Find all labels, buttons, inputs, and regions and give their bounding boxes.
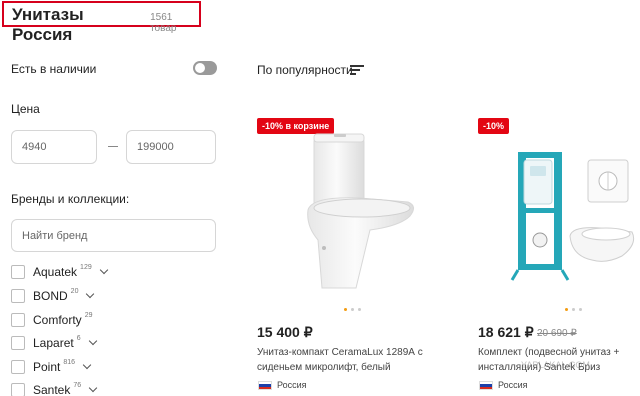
- brand-checkbox[interactable]: [11, 265, 25, 279]
- brand-count: 20: [70, 287, 79, 295]
- brand-count: 76: [73, 381, 82, 389]
- brand-filter-point[interactable]: Point 816: [11, 358, 92, 375]
- product-name-line: сиденьем микролифт, белый: [257, 362, 391, 373]
- brand-count: 816: [63, 358, 76, 366]
- brand-count: 129: [80, 263, 92, 271]
- product-country: Россия: [498, 380, 528, 390]
- brand-checkbox[interactable]: [11, 289, 25, 303]
- chevron-down-icon[interactable]: [88, 336, 97, 346]
- brands-label: Бренды и коллекции:: [11, 192, 130, 206]
- brand-name: Aquatek: [33, 265, 78, 279]
- brand-filter-bond[interactable]: BOND 20: [11, 287, 95, 304]
- chevron-down-icon[interactable]: [88, 383, 98, 393]
- chevron-down-icon[interactable]: [86, 289, 95, 299]
- chevron-down-icon[interactable]: [82, 360, 92, 370]
- sort-icon[interactable]: [350, 65, 364, 75]
- brand-name: Santek: [33, 383, 71, 396]
- russia-flag-icon: [258, 381, 272, 390]
- brand-checkbox[interactable]: [11, 336, 25, 350]
- brand-checkbox[interactable]: [11, 383, 25, 396]
- price-max-input[interactable]: 199000: [126, 130, 216, 164]
- toggle-knob: [195, 63, 205, 73]
- russia-flag-icon: [479, 381, 493, 390]
- brand-filter-comforty[interactable]: Comforty 29: [11, 312, 92, 328]
- brand-count: 6: [76, 334, 81, 342]
- image-pager-dots: [565, 308, 582, 311]
- toilet-image[interactable]: [300, 130, 420, 302]
- product-name-line: Комплект (подвесной унитаз +: [478, 347, 620, 358]
- product-count: 1561 товар: [150, 12, 177, 34]
- sort-dropdown[interactable]: По популярности: [257, 63, 353, 77]
- brand-name: Comforty: [33, 313, 82, 327]
- brand-filter-santek[interactable]: Santek 76: [11, 381, 98, 396]
- brand-checkbox[interactable]: [11, 313, 25, 327]
- page-title: Унитазы Россия: [12, 5, 84, 44]
- brand-name: BOND: [33, 289, 68, 303]
- brand-filter-laparet[interactable]: Laparet 6: [11, 334, 97, 351]
- product-name-line: Унитаз-компакт CeramaLux 1289А с: [257, 347, 423, 358]
- brand-search-input[interactable]: Найти бренд: [11, 219, 216, 252]
- watermark: YAPLAKAL.COM: [521, 360, 590, 370]
- product-price: 18 621 ₽: [478, 324, 534, 340]
- brand-count: 29: [84, 311, 93, 319]
- chevron-down-icon[interactable]: [99, 265, 108, 275]
- in-stock-label: Есть в наличии: [11, 62, 97, 76]
- brand-name: Point: [33, 360, 61, 374]
- brand-checkbox[interactable]: [11, 360, 25, 374]
- price-range-dash: [108, 146, 118, 147]
- product-price: 15 400 ₽: [257, 324, 313, 340]
- in-stock-toggle[interactable]: [193, 61, 217, 75]
- price-min-input[interactable]: 4940: [11, 130, 97, 164]
- image-pager-dots: [344, 308, 361, 311]
- product-name[interactable]: Унитаз-компакт CeramaLux 1289А с сиденье…: [257, 345, 457, 375]
- brand-name: Laparet: [33, 336, 74, 350]
- price-label: Цена: [11, 102, 40, 116]
- discount-badge: -10%: [478, 118, 510, 134]
- product-old-price: 20 690 ₽: [537, 328, 577, 339]
- product-country: Россия: [277, 380, 307, 390]
- page-title-highlight: Унитазы Россия 1561 товар: [2, 1, 201, 44]
- brand-filter-aquatek[interactable]: Aquatek 129: [11, 263, 108, 280]
- installation-image[interactable]: [510, 148, 640, 283]
